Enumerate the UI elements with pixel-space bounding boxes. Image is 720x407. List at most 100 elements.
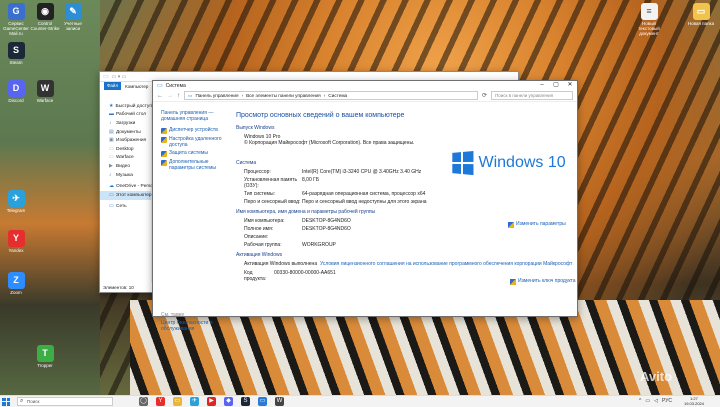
desktop-icon[interactable]: D Discord bbox=[1, 80, 31, 103]
search-input[interactable]: Поиск в панели управления bbox=[491, 91, 573, 100]
left-link[interactable]: Дополнительные параметры системы bbox=[161, 160, 231, 171]
desktop-icon[interactable]: ▭ Новая папка bbox=[686, 3, 716, 26]
windows-logo: Windows 10 bbox=[451, 151, 566, 175]
nav-item-label: Музыка bbox=[116, 172, 133, 178]
close-icon[interactable]: ✕ bbox=[563, 81, 577, 90]
shield-icon bbox=[161, 137, 167, 144]
nav-item[interactable]: ▭ Desktop bbox=[100, 145, 151, 154]
desktop-icon-glyph: ✎ bbox=[64, 3, 82, 20]
desktop-icon[interactable]: S Steam bbox=[1, 42, 31, 65]
nav-item[interactable]: ▭ Этот компьютер bbox=[100, 190, 152, 200]
desktop-icon-glyph: Z bbox=[7, 272, 25, 289]
desktop-icon[interactable]: W Warface bbox=[30, 80, 60, 103]
info-value: 8,00 ГБ bbox=[302, 177, 320, 183]
info-key: Полное имя: bbox=[244, 226, 274, 232]
nav-item[interactable]: ▬ Рабочий стол bbox=[100, 111, 151, 120]
nav-item-label: Изображения bbox=[116, 138, 147, 144]
address-bar[interactable]: ▭ Панель управления › Все элементы панел… bbox=[184, 91, 478, 100]
info-key: Перо и сенсорный ввод: bbox=[244, 199, 301, 205]
desktop-icon-label: Discord bbox=[8, 98, 24, 103]
desktop-icon[interactable]: Z Zoom bbox=[1, 272, 31, 295]
taskbar-app[interactable]: ◯ bbox=[139, 397, 148, 406]
refresh-icon[interactable]: ⟳ bbox=[482, 92, 487, 99]
taskbar: Поиск ◯ Y ▭ ✈ ▶ ◆ S ▭ W ^ ▭ ◁ РУС 1:27 19.03.202… bbox=[0, 395, 720, 407]
desktop-icon[interactable]: G Сервис GameCenter Mail.ru bbox=[1, 3, 31, 36]
forward-arrow-icon[interactable]: → bbox=[167, 93, 173, 99]
maximize-icon[interactable]: ▢ bbox=[549, 81, 563, 90]
explorer-status: Элементов: 10 bbox=[103, 285, 134, 290]
desktop-icon[interactable]: ✈ Telegram bbox=[1, 190, 31, 213]
network-icon[interactable]: ▭ bbox=[645, 398, 650, 404]
taskbar-app[interactable]: W bbox=[275, 397, 284, 406]
chevron-up-icon[interactable]: ^ bbox=[639, 398, 641, 404]
nav-item[interactable]: ↓ Загрузки bbox=[100, 119, 151, 128]
nav-item-icon: ↓ bbox=[109, 119, 112, 126]
info-row: Тип системы: 64-разрядная операционная си… bbox=[244, 191, 577, 197]
change-product-key-link[interactable]: Изменить ключ продукта bbox=[510, 278, 576, 285]
volume-icon[interactable]: ◁ bbox=[654, 398, 658, 404]
back-arrow-icon[interactable]: ← bbox=[157, 93, 163, 99]
info-key: Тип системы: bbox=[244, 191, 275, 197]
nav-item[interactable]: ♪ Музыка bbox=[100, 171, 151, 180]
ribbon-tab-computer[interactable]: Компьютер bbox=[125, 84, 148, 89]
desktop-icon-label: Control Counter-Strike bbox=[30, 21, 60, 31]
desktop-icon[interactable]: ✎ Учетные записи bbox=[58, 3, 88, 31]
system-window-icon: ▭ bbox=[157, 83, 163, 89]
nav-item[interactable]: ▭ Сеть bbox=[100, 203, 151, 212]
left-link-label: Диспетчер устройств bbox=[169, 127, 218, 134]
nav-item[interactable]: ☁ OneDrive - Personal bbox=[100, 182, 159, 191]
clock-date: 19.03.2024 bbox=[683, 401, 704, 406]
breadcrumb-system[interactable]: Система bbox=[328, 93, 347, 98]
left-link[interactable]: Настройка удаленного доступа bbox=[161, 136, 231, 148]
taskbar-app[interactable]: ◆ bbox=[224, 397, 233, 406]
nav-item-icon: ▤ bbox=[109, 128, 114, 135]
language-icon[interactable]: РУС bbox=[662, 398, 672, 404]
taskbar-app[interactable]: ▭ bbox=[173, 397, 182, 406]
nav-item[interactable]: ★ Быстрый доступ bbox=[100, 102, 152, 111]
clock[interactable]: 1:27 19.03.2024 bbox=[684, 396, 704, 406]
up-arrow-icon[interactable]: ↑ bbox=[177, 93, 180, 99]
folder-icon: ▭ bbox=[103, 74, 109, 80]
change-settings-link[interactable]: Изменить параметры bbox=[508, 221, 568, 228]
shield-icon bbox=[508, 222, 514, 228]
desktop-icon[interactable]: ≡ Новый текстовый документ bbox=[634, 3, 664, 36]
left-link[interactable]: Диспетчер устройств bbox=[161, 127, 231, 135]
nav-item[interactable]: ▤ Документы bbox=[100, 128, 151, 137]
breadcrumb-separator-icon: › bbox=[241, 93, 244, 98]
taskbar-app[interactable]: ▭ bbox=[258, 397, 267, 406]
nav-item-label: Документы bbox=[116, 129, 141, 135]
desktop-icon[interactable]: T Tropper bbox=[30, 345, 60, 368]
ribbon-tab-file[interactable]: Файл bbox=[104, 82, 122, 90]
nav-item-icon: ▣ bbox=[109, 137, 114, 144]
nav-item[interactable]: ▣ Изображения bbox=[100, 136, 151, 145]
left-link[interactable]: Защита системы bbox=[161, 151, 231, 158]
nav-item[interactable]: ▶ Видео bbox=[100, 162, 151, 171]
info-row: Рабочая группа: WORKGROUP bbox=[244, 242, 577, 248]
security-center-link[interactable]: Центр безопасности и обслуживания bbox=[161, 320, 231, 332]
license-terms-link[interactable]: Условия лицензионного соглашения на испо… bbox=[320, 261, 577, 267]
desktop-icon-glyph: ✈ bbox=[7, 190, 25, 207]
control-panel-home-link[interactable]: Панель управления — домашняя страница bbox=[161, 110, 231, 122]
minimize-icon[interactable]: – bbox=[535, 81, 549, 90]
desktop-icon-glyph: W bbox=[36, 80, 54, 97]
taskbar-app[interactable]: ▶ bbox=[207, 397, 216, 406]
breadcrumb-all-items[interactable]: Все элементы панели управления bbox=[246, 93, 321, 98]
desktop-icon[interactable]: ◉ Control Counter-Strike bbox=[30, 3, 60, 31]
desktop-icon-label: Новая папка bbox=[687, 21, 715, 26]
taskbar-app[interactable]: S bbox=[241, 397, 250, 406]
breadcrumb-control-panel[interactable]: Панель управления bbox=[195, 93, 238, 98]
system-titlebar[interactable]: ▭ Система bbox=[153, 81, 577, 90]
see-also-label: См. также bbox=[161, 312, 185, 318]
taskbar-search-input[interactable]: Поиск bbox=[17, 397, 113, 406]
desktop-icon[interactable]: Y Yandex bbox=[1, 230, 31, 253]
info-row: Перо и сенсорный ввод: Перо и сенсорный в… bbox=[244, 199, 577, 205]
nav-item-label: Warface bbox=[116, 155, 134, 161]
explorer-nav-pane: ★ Быстрый доступ ▬ Рабочий стол ↓ Загрузки ▤ До… bbox=[100, 102, 159, 282]
taskbar-app[interactable]: Y bbox=[156, 397, 165, 406]
info-value: WORKGROUP bbox=[302, 242, 336, 248]
nav-item[interactable]: ▭ Warface bbox=[100, 154, 151, 163]
system-window[interactable]: ▭ Система – ▢ ✕ ← → ↑ ▭ Панель управлени… bbox=[152, 80, 578, 331]
start-button[interactable] bbox=[0, 396, 12, 407]
taskbar-app[interactable]: ✈ bbox=[190, 397, 199, 406]
taskbar-apps: ◯ Y ▭ ✈ ▶ ◆ S ▭ W bbox=[131, 397, 284, 406]
